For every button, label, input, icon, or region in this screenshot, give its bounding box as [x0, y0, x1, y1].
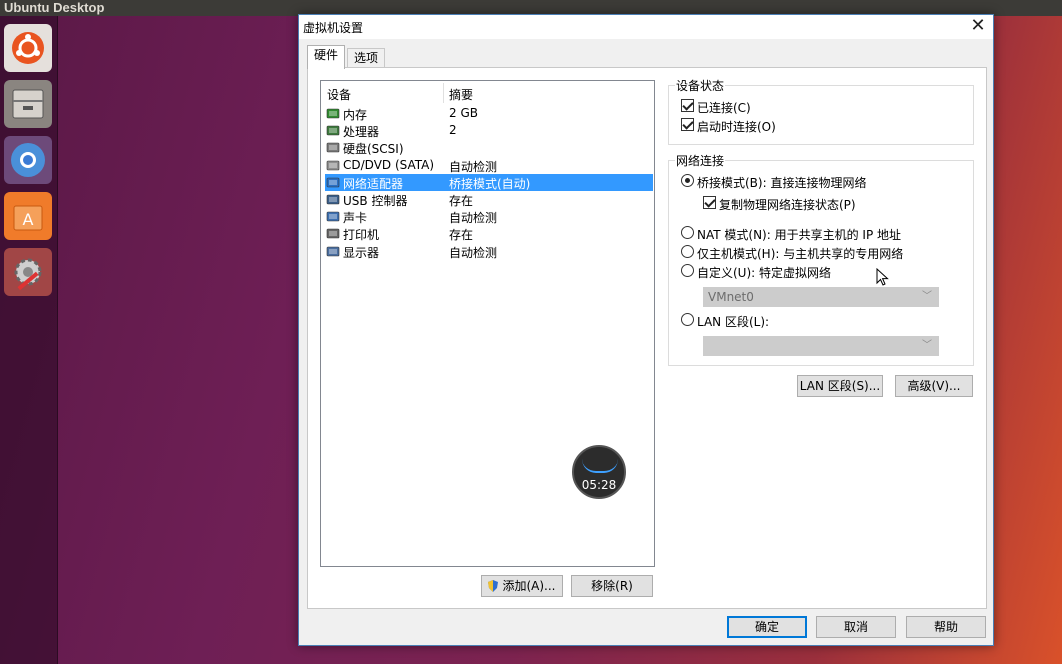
host-only-label: 仅主机模式(H): 与主机共享的专用网络 [697, 247, 904, 261]
advanced-button[interactable]: 高级(V)... [895, 375, 973, 397]
lan-segments-button[interactable]: LAN 区段(S)... [797, 375, 883, 397]
device-row[interactable]: CD/DVD (SATA) 自动检测 [325, 157, 653, 174]
chevron-down-icon: ﹀ [922, 340, 932, 351]
replicate-state-checkbox[interactable] [703, 196, 716, 209]
device-summary: 自动检测 [449, 211, 498, 226]
device-row[interactable]: 声卡 自动检测 [325, 208, 653, 225]
memory-icon [326, 107, 340, 120]
bridged-label: 桥接模式(B): 直接连接物理网络 [697, 176, 867, 190]
nat-radio[interactable] [681, 226, 694, 239]
column-separator[interactable] [443, 83, 444, 103]
device-row[interactable]: 网络适配器 桥接模式(自动) [325, 173, 653, 191]
device-name: 处理器 [343, 125, 380, 140]
device-name: 显示器 [343, 245, 380, 260]
chromium-icon[interactable] [4, 136, 52, 184]
printer-icon [326, 227, 340, 240]
tab-options[interactable]: 选项 [347, 48, 386, 69]
device-summary: 自动检测 [449, 245, 498, 260]
device-summary: 2 [449, 123, 457, 138]
cd-dvd-icon [326, 159, 340, 172]
device-summary: 自动检测 [449, 159, 498, 174]
device-row[interactable]: 显示器 自动检测 [325, 243, 653, 260]
vm-settings-dialog: 虚拟机设置 ✕ 选项 设备 摘要 内存 2 GB 处理器 2 硬盘(SCSI) CD/DV… [298, 14, 994, 646]
device-name: 硬盘(SCSI) [343, 142, 404, 157]
host-only-radio[interactable] [681, 245, 694, 258]
cancel-button[interactable]: 取消 [816, 616, 896, 638]
hardware-panel: 设备 摘要 内存 2 GB 处理器 2 硬盘(SCSI) CD/DVD (SATA) 自动检… [307, 67, 987, 609]
device-status-title: 设备状态 [675, 77, 726, 94]
custom-radio[interactable] [681, 264, 694, 277]
settings-icon[interactable] [4, 248, 52, 296]
svg-text:A: A [23, 210, 34, 229]
network-connection-group: 网络连接 桥接模式(B): 直接连接物理网络 复制物理网络连接状态(P) NAT… [668, 152, 974, 366]
clock-time: 05:28 [581, 478, 617, 492]
help-button[interactable]: 帮助 [906, 616, 986, 638]
column-header-device[interactable]: 设备 [327, 86, 351, 103]
custom-network-select[interactable]: VMnet0 ﹀ [703, 287, 939, 307]
device-name: 内存 [343, 108, 368, 122]
device-list-header: 设备 摘要 [321, 81, 654, 103]
network-connection-title: 网络连接 [675, 152, 726, 169]
shield-icon [488, 580, 498, 592]
ubuntu-icon[interactable] [4, 24, 52, 72]
files-icon[interactable] [4, 80, 52, 128]
device-name: CD/DVD (SATA) [343, 157, 435, 172]
device-name: 打印机 [343, 228, 380, 243]
device-name: USB 控制器 [343, 194, 408, 208]
lan-segment-select[interactable]: ﹀ [703, 336, 939, 356]
device-row[interactable]: 打印机 存在 [325, 225, 653, 242]
remove-button[interactable]: 移除(R) [571, 575, 653, 597]
close-icon[interactable]: ✕ [963, 15, 993, 39]
custom-label: 自定义(U): 特定虚拟网络 [697, 266, 832, 280]
clock-overlay[interactable]: 05:28 [572, 445, 626, 499]
device-row[interactable]: 硬盘(SCSI) [325, 139, 653, 156]
hard-disk-icon [326, 141, 340, 154]
topbar-title: Ubuntu Desktop [4, 0, 105, 15]
display-icon [326, 245, 340, 258]
column-header-summary[interactable]: 摘要 [449, 86, 473, 103]
device-summary: 存在 [449, 228, 474, 243]
nat-label: NAT 模式(N): 用于共享主机的 IP 地址 [697, 228, 902, 242]
device-summary: 2 GB [449, 106, 478, 120]
connected-checkbox[interactable] [681, 99, 694, 112]
dialog-titlebar[interactable]: 虚拟机设置 ✕ [299, 15, 993, 39]
usb-controller-icon [326, 193, 340, 206]
lan-segment-label: LAN 区段(L): [697, 315, 770, 329]
connect-at-power-on-checkbox[interactable] [681, 118, 694, 131]
device-summary: 桥接模式(自动) [449, 176, 531, 191]
device-row[interactable]: USB 控制器 存在 [325, 191, 653, 208]
device-status-group: 设备状态 已连接(C) 启动时连接(O) [668, 77, 974, 145]
device-name: 网络适配器 [343, 176, 404, 191]
device-name: 声卡 [343, 211, 368, 226]
mouse-cursor-icon [876, 268, 889, 286]
bridged-radio[interactable] [681, 174, 694, 187]
dialog-title: 虚拟机设置 [303, 21, 364, 35]
clock-wave-icon [582, 459, 618, 473]
software-center-icon[interactable]: A [4, 192, 52, 240]
lan-segment-radio[interactable] [681, 313, 694, 326]
device-summary: 存在 [449, 194, 474, 208]
network-adapter-icon [326, 176, 340, 189]
connect-at-power-on-label: 启动时连接(O) [697, 120, 776, 134]
tab-hardware[interactable]: 硬件 [307, 45, 346, 69]
chevron-down-icon: ﹀ [922, 291, 932, 302]
unity-launcher: A [0, 16, 58, 664]
add-button[interactable]: 添加(A)... [481, 575, 563, 597]
connected-label: 已连接(C) [697, 101, 751, 115]
ok-button[interactable]: 确定 [727, 616, 807, 638]
device-row[interactable]: 处理器 2 [325, 122, 653, 139]
processor-icon [326, 124, 340, 137]
custom-network-value: VMnet0 [708, 290, 754, 304]
replicate-state-label: 复制物理网络连接状态(P) [719, 198, 856, 212]
sound-card-icon [326, 210, 340, 223]
device-row[interactable]: 内存 2 GB [325, 105, 653, 122]
